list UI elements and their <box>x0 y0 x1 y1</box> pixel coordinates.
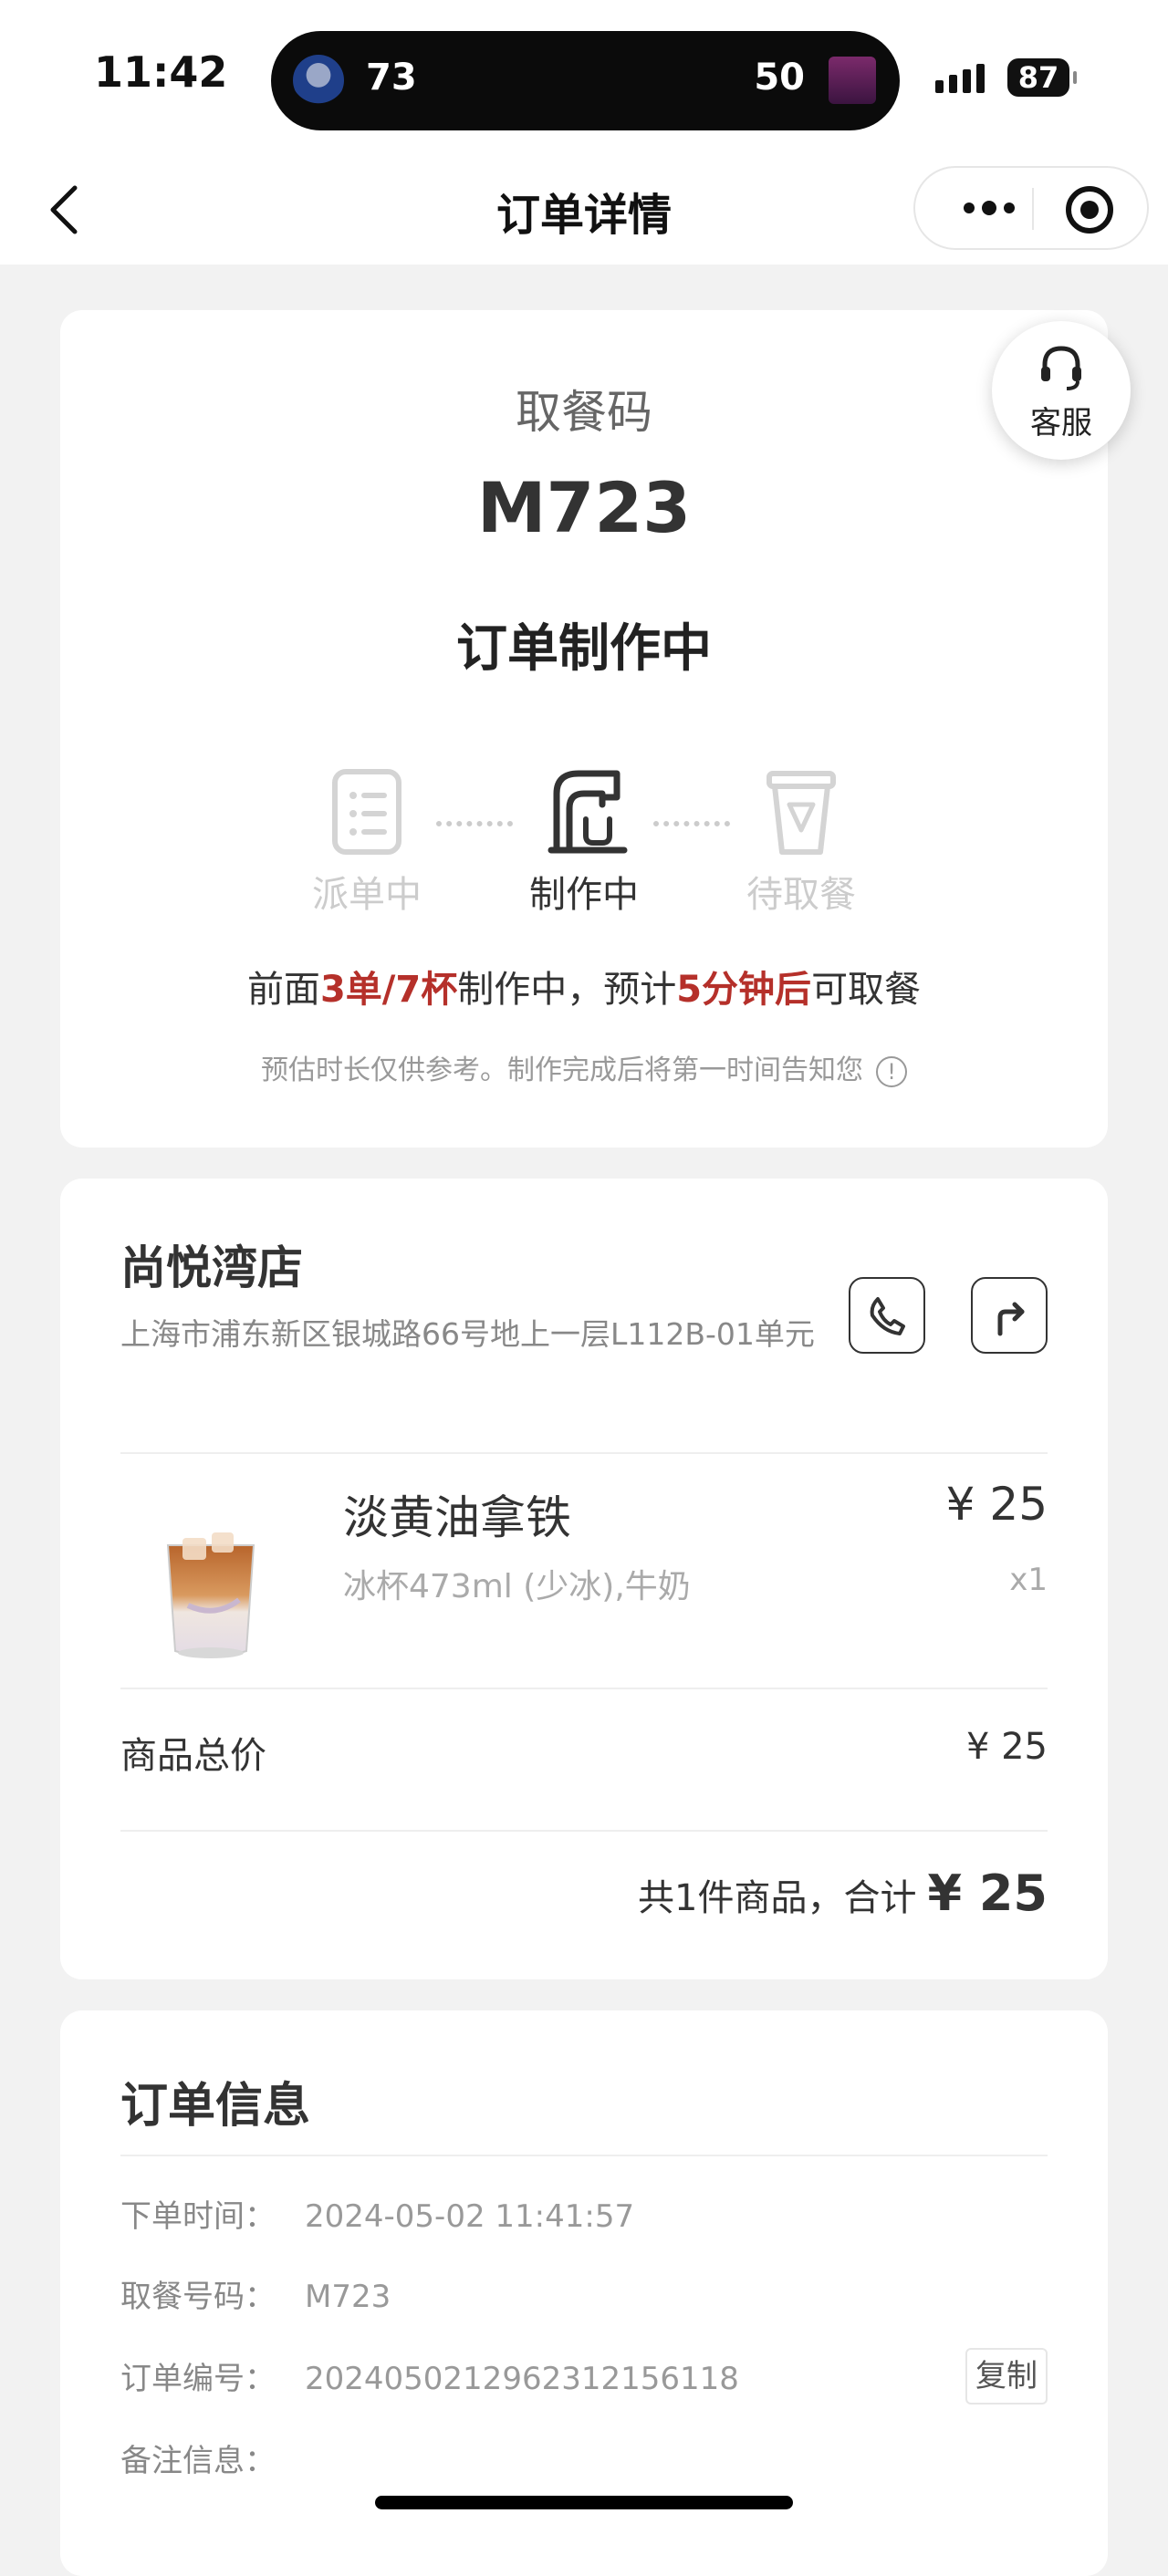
mini-program-capsule <box>913 166 1149 250</box>
row-key: 取餐号码： <box>120 2279 276 2315</box>
divider <box>120 1830 1048 1832</box>
remarks-row: 备注信息： <box>120 2436 305 2480</box>
pickup-number-row: 取餐号码： M723 <box>120 2271 391 2316</box>
queue-eta: 5分钟后 <box>676 969 812 1011</box>
product-quantity: x1 <box>1009 1562 1048 1598</box>
product-image <box>151 1518 270 1664</box>
order-list-icon <box>332 769 402 855</box>
status-bar: 11:42 73 50 87 <box>0 0 1168 155</box>
row-key: 订单编号： <box>120 2361 276 2397</box>
queue-estimate: 前面3单/7杯制作中，预计5分钟后可取餐 <box>60 960 1108 1013</box>
score-right: 50 <box>754 57 805 99</box>
capsule-divider <box>1032 188 1034 230</box>
headset-icon <box>1041 346 1081 390</box>
copy-order-number-button[interactable]: 复制 <box>965 2348 1048 2405</box>
queue-middle: 制作中，预计 <box>457 969 677 1011</box>
row-value: 20240502129623121561​18 <box>305 2361 739 2397</box>
row-key: 备注信息： <box>120 2443 276 2479</box>
queue-prefix: 前面 <box>246 969 320 1011</box>
estimate-note: 预估时长仅供参考。制作完成后将第一时间告知您! <box>60 1047 1108 1087</box>
row-key: 下单时间： <box>120 2198 276 2235</box>
pickup-code-label: 取餐码 <box>516 386 652 439</box>
step-label: 待取餐 <box>746 874 856 916</box>
phone-icon <box>870 1297 905 1335</box>
order-status: 订单制作中 <box>456 619 712 679</box>
home-indicator[interactable] <box>375 2496 793 2509</box>
order-info-card: 订单信息 下单时间： 2024-05-02 11:41:57 取餐号码： M723 … <box>60 2010 1108 2576</box>
queue-count: 3单/7杯 <box>319 969 458 1011</box>
info-icon[interactable]: ! <box>876 1055 907 1087</box>
team-logo-icon <box>293 55 344 106</box>
pickup-card: 取餐码 M723 订单制作中 派单中 制作中 待取餐 前面3单/7杯制作中，预计… <box>60 310 1108 1148</box>
row-value: 2024-05-02 11:41:57 <box>305 2198 635 2235</box>
divider <box>120 1452 1048 1454</box>
total-prefix: 共1件商品，合计 <box>638 1877 917 1919</box>
pickup-code: M723 <box>476 467 692 548</box>
order-total: 共1件商品，合计 ¥ 25 <box>638 1864 1048 1922</box>
store-name: 尚悦湾店 <box>120 1241 303 1294</box>
call-store-button[interactable] <box>849 1277 925 1354</box>
divider <box>120 2155 1048 2156</box>
row-value: M723 <box>305 2279 391 2315</box>
step-ready: 待取餐 <box>719 766 883 918</box>
product-name: 淡黄油拿铁 <box>343 1491 571 1544</box>
order-number-row: 订单编号： 20240502129623121561​18 <box>120 2353 739 2398</box>
step-dispatching: 派单中 <box>285 766 449 918</box>
customer-service-label: 客服 <box>1030 405 1092 441</box>
estimate-note-text: 预估时长仅供参考。制作完成后将第一时间告知您 <box>261 1054 863 1086</box>
score-left: 73 <box>366 57 417 99</box>
step-making: 制作中 <box>502 766 666 918</box>
customer-service-button[interactable]: 客服 <box>992 321 1131 460</box>
coffee-machine-icon <box>548 770 628 854</box>
divider <box>120 1688 1048 1689</box>
subtotal-label: 商品总价 <box>120 1735 266 1777</box>
step-label: 派单中 <box>312 874 422 916</box>
store-card: 尚悦湾店 上海市浦东新区银城路66号地上一层L112B-01单元 淡黄油拿铁 冰… <box>60 1179 1108 1979</box>
store-address: 上海市浦东新区银城路66号地上一层L112B-01单元 <box>120 1316 815 1352</box>
iced-latte-image <box>166 1532 256 1658</box>
order-time-row: 下单时间： 2024-05-02 11:41:57 <box>120 2191 634 2236</box>
step-label: 制作中 <box>529 874 639 916</box>
subtotal-value: ¥ 25 <box>965 1726 1048 1768</box>
navigation-icon <box>997 1302 1025 1336</box>
takeaway-cup-icon <box>766 771 836 855</box>
product-price: ¥ 25 <box>945 1478 1048 1531</box>
total-value: ¥ 25 <box>927 1864 1048 1922</box>
product-spec: 冰杯473ml (少冰),牛奶 <box>343 1568 691 1605</box>
queue-suffix: 可取餐 <box>811 969 922 1011</box>
close-mini-program-button[interactable] <box>1066 186 1113 234</box>
navigation-bar: 订单详情 <box>0 155 1168 265</box>
navigate-store-button[interactable] <box>971 1277 1048 1354</box>
battery-icon: 87 <box>1007 58 1077 97</box>
more-button[interactable] <box>948 168 1030 248</box>
status-time: 11:42 <box>94 47 228 97</box>
opponent-logo-icon <box>829 57 876 104</box>
dynamic-island-live-activity[interactable]: 73 50 <box>271 31 900 130</box>
order-info-title: 订单信息 <box>120 2079 311 2134</box>
signal-icon <box>935 64 985 93</box>
